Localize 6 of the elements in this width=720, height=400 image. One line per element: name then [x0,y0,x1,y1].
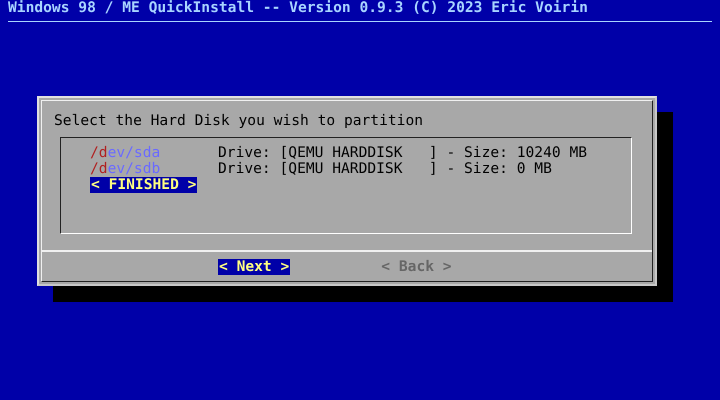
disk-item[interactable]: /dev/sda Drive: [QEMU HARDDISK ] - Size: 10240 MB [90,145,588,161]
header-title: Windows 98 / ME QuickInstall -- Version 0.9.3 (C) 2023 Eric Voirin [8,0,588,16]
disk-item[interactable]: /dev/sdb Drive: [QEMU HARDDISK ] - Size: 0 MB [90,161,552,177]
dialog-prompt: Select the Hard Disk you wish to partition [54,112,424,129]
finished-item[interactable]: < FINISHED > [90,177,198,193]
next-button[interactable]: < Next > [218,259,290,275]
